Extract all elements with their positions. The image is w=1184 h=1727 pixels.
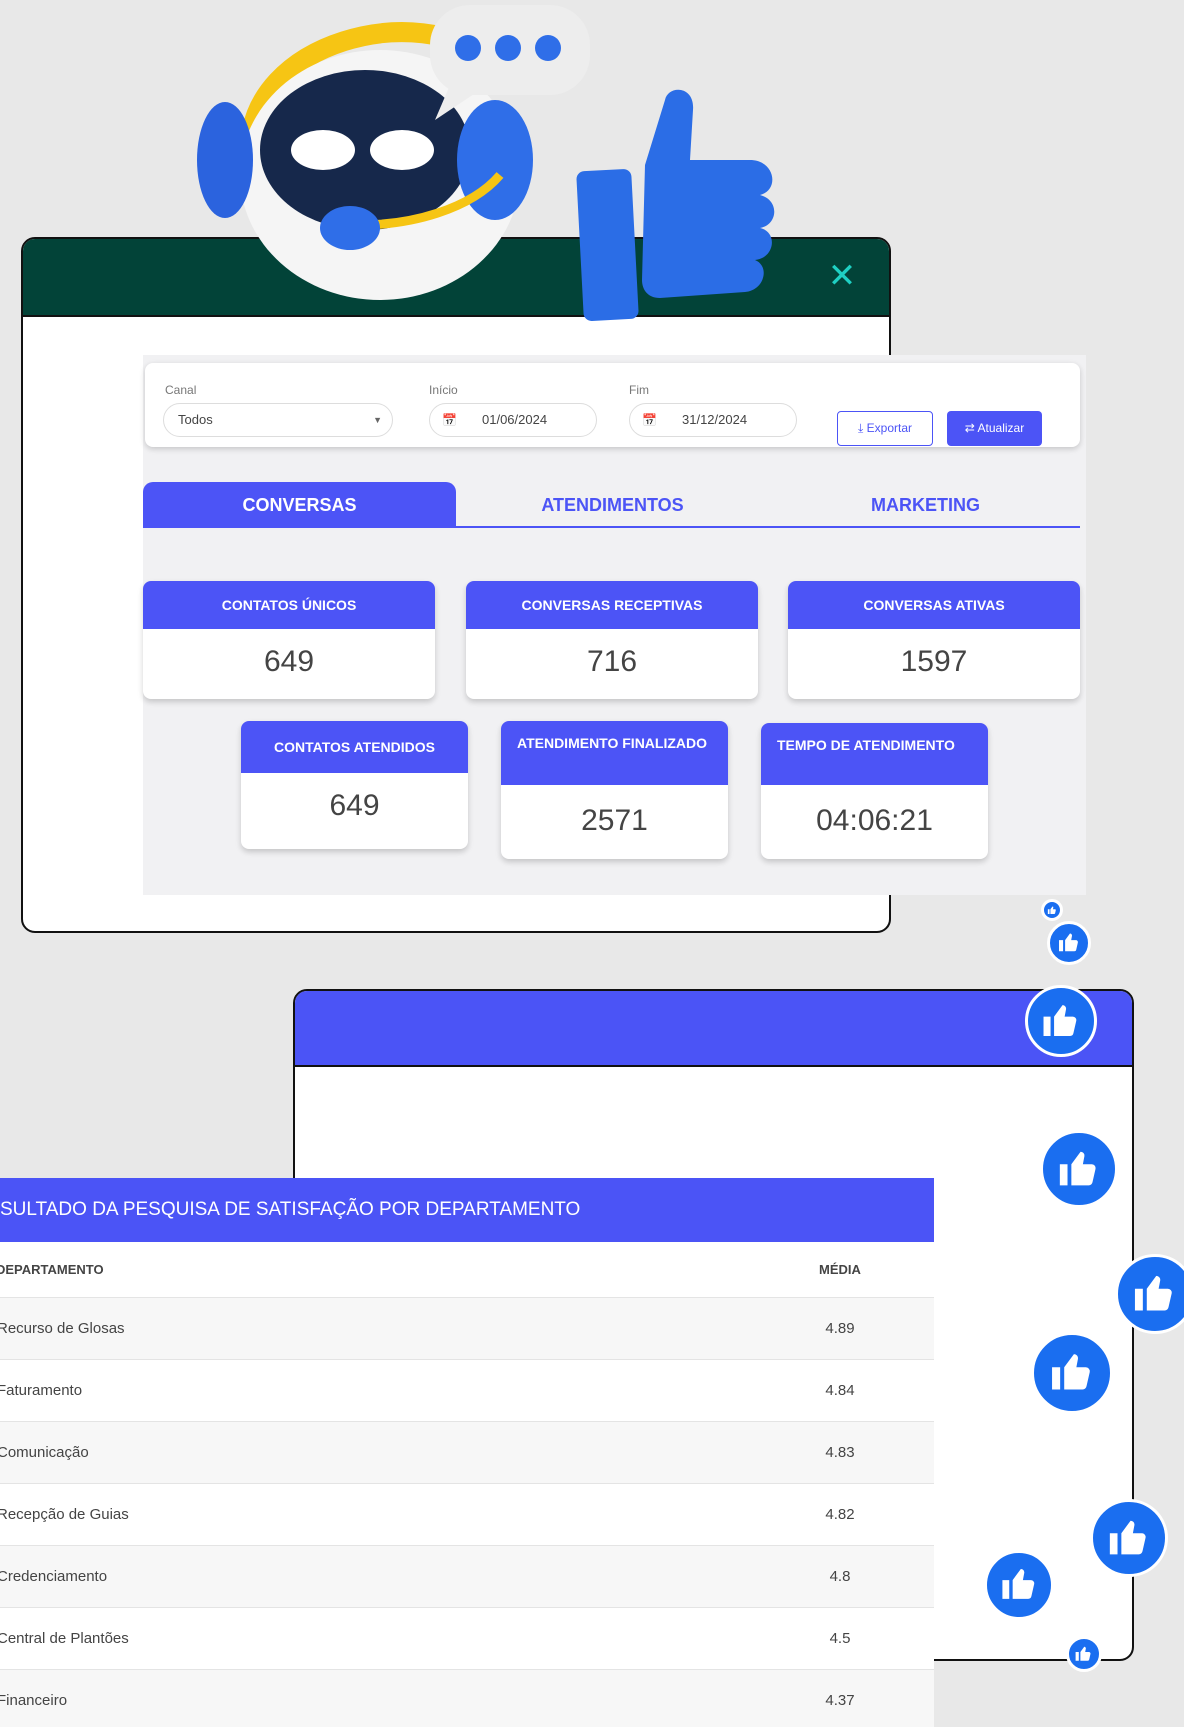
table-row: Recurso de Glosas 4.89 <box>0 1298 934 1360</box>
metric-label: CONTATOS ATENDIDOS <box>241 721 468 773</box>
calendar-icon: 📅 <box>642 413 657 427</box>
average-cell: 4.84 <box>825 1382 855 1399</box>
department-cell: Recurso de Glosas <box>0 1320 125 1337</box>
metric-label: CONVERSAS ATIVAS <box>788 581 1080 629</box>
download-icon: ⤓ <box>857 421 864 435</box>
thumbs-up-icon <box>1040 1130 1118 1208</box>
table-row: Financeiro 4.37 <box>0 1670 934 1727</box>
department-cell: Credenciamento <box>0 1568 108 1585</box>
inicio-value: 01/06/2024 <box>482 412 548 427</box>
thumbs-up-icon <box>1025 985 1097 1057</box>
thumbs-up-icon <box>1047 921 1091 965</box>
thumbs-up-icon <box>1066 1636 1102 1672</box>
inicio-label: Início <box>429 383 458 397</box>
survey-window-header <box>295 991 1132 1067</box>
thumbs-up-icon <box>1031 1332 1113 1414</box>
metric-value: 649 <box>263 645 315 678</box>
average-cell: 4.37 <box>825 1692 855 1709</box>
table-row: Central de Plantões 4.5 <box>0 1608 934 1670</box>
table-row: Credenciamento 4.8 <box>0 1546 934 1608</box>
average-cell: 4.83 <box>825 1444 855 1461</box>
department-cell: Financeiro <box>0 1692 68 1709</box>
satisfaction-table: SULTADO DA PESQUISA DE SATISFAÇÃO POR DE… <box>0 1178 934 1727</box>
thumbs-up-icon <box>1090 1499 1168 1577</box>
update-button[interactable]: ⇄ Atualizar <box>947 411 1042 446</box>
average-cell: 4.5 <box>829 1630 851 1647</box>
inicio-date-field[interactable]: 📅 01/06/2024 <box>429 403 597 437</box>
average-column-header: MÉDIA <box>819 1262 861 1277</box>
tab-conversas[interactable]: CONVERSAS <box>143 482 456 528</box>
metric-value: 649 <box>329 789 380 822</box>
thumbs-up-icon <box>984 1550 1054 1620</box>
metric-card: CONTATOS ATENDIDOS 649 <box>241 721 468 849</box>
average-cell: 4.8 <box>829 1568 851 1585</box>
export-button[interactable]: ⤓ Exportar <box>837 411 933 446</box>
department-cell: Central de Plantões <box>0 1630 129 1647</box>
fim-label: Fim <box>629 383 649 397</box>
update-label: Atualizar <box>977 421 1025 435</box>
fim-date-field[interactable]: 📅 31/12/2024 <box>629 403 797 437</box>
metric-card: CONVERSAS RECEPTIVAS 716 <box>466 581 758 699</box>
table-title: SULTADO DA PESQUISA DE SATISFAÇÃO POR DE… <box>0 1178 934 1242</box>
table-row: Comunicação 4.83 <box>0 1422 934 1484</box>
metric-value: 716 <box>586 645 638 678</box>
metric-label: CONTATOS ÚNICOS <box>143 581 435 629</box>
metric-card: ATENDIMENTO FINALIZADO 2571 <box>501 721 728 859</box>
dashboard-panel: Canal Todos ▼ Início 📅 01/06/2024 Fim 📅 … <box>143 355 1086 895</box>
metric-value: 2571 <box>581 804 648 837</box>
canal-select[interactable]: Todos ▼ <box>163 403 393 437</box>
average-cell: 4.89 <box>825 1320 855 1337</box>
metric-value: 04:06:21 <box>816 804 933 837</box>
table-header: DEPARTAMENTO MÉDIA <box>0 1242 934 1298</box>
tab-marketing[interactable]: MARKETING <box>769 482 1082 528</box>
tab-bar: CONVERSAS ATENDIMENTOS MARKETING <box>143 482 1080 528</box>
thumbs-up-icon <box>576 89 775 321</box>
department-cell: Comunicação <box>0 1444 89 1461</box>
average-cell: 4.82 <box>825 1506 855 1523</box>
filter-bar: Canal Todos ▼ Início 📅 01/06/2024 Fim 📅 … <box>145 363 1080 447</box>
metric-card: CONVERSAS ATIVAS 1597 <box>788 581 1080 699</box>
metric-value: 1597 <box>900 645 968 678</box>
swap-icon: ⇄ <box>964 421 975 435</box>
metric-label: TEMPO DE ATENDIMENTO <box>761 723 988 785</box>
department-column-header: DEPARTAMENTO <box>0 1262 104 1277</box>
metric-card: CONTATOS ÚNICOS 649 <box>143 581 435 699</box>
department-cell: Faturamento <box>0 1382 83 1399</box>
metric-label: CONVERSAS RECEPTIVAS <box>466 581 758 629</box>
caret-down-icon: ▼ <box>373 415 382 425</box>
fim-value: 31/12/2024 <box>682 412 748 427</box>
metric-card: TEMPO DE ATENDIMENTO 04:06:21 <box>761 723 988 859</box>
tab-atendimentos[interactable]: ATENDIMENTOS <box>456 482 769 528</box>
calendar-icon: 📅 <box>442 413 457 427</box>
table-body: Recurso de Glosas 4.89 Faturamento 4.84 Comu… <box>0 1298 934 1727</box>
thumbs-up-icon <box>1041 899 1063 921</box>
metric-label: ATENDIMENTO FINALIZADO <box>501 721 728 785</box>
export-label: Exportar <box>866 421 912 435</box>
canal-value: Todos <box>178 412 213 427</box>
department-cell: Recepção de Guias <box>0 1506 129 1523</box>
table-row: Recepção de Guias 4.82 <box>0 1484 934 1546</box>
robot-mascot <box>197 5 775 321</box>
canal-label: Canal <box>165 383 197 397</box>
table-row: Faturamento 4.84 <box>0 1360 934 1422</box>
